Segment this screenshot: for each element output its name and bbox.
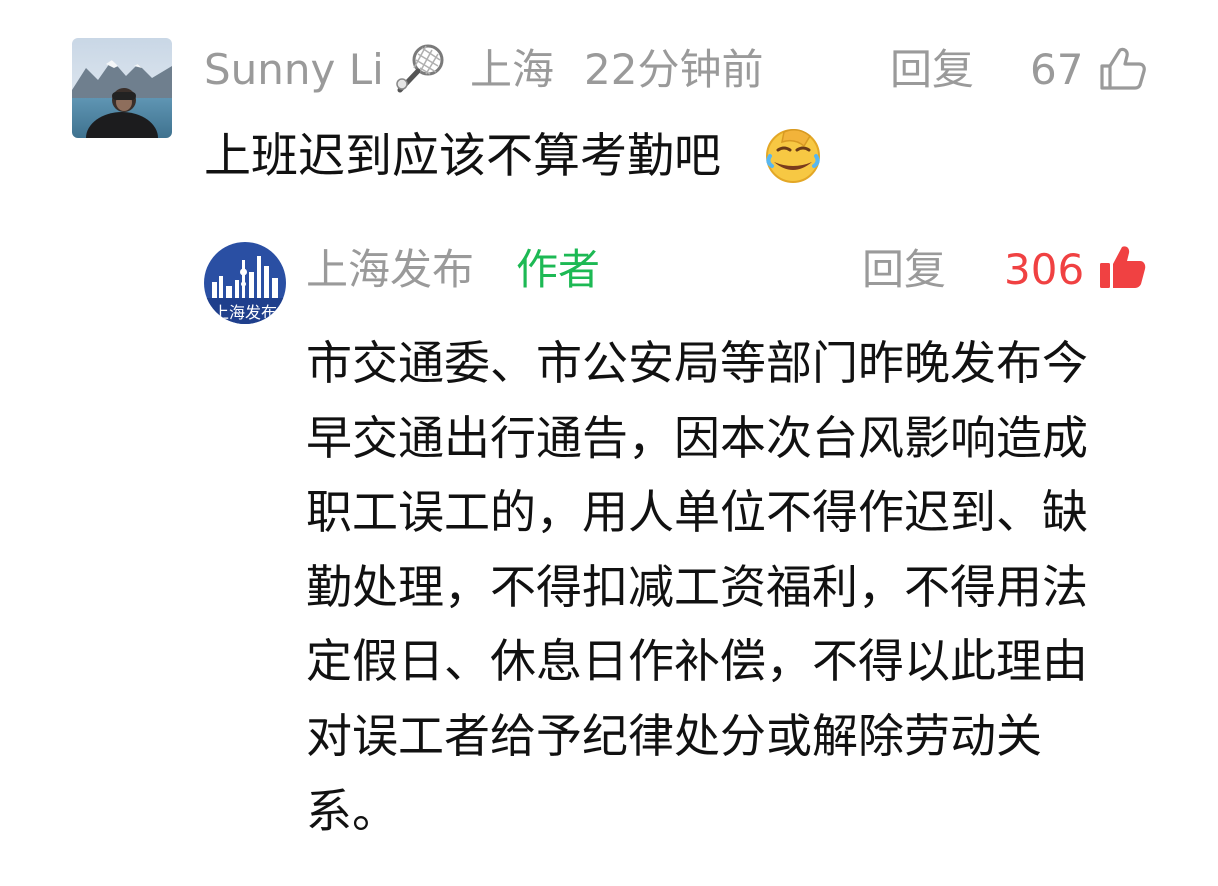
reply-text: 市交通委、市公安局等部门昨晚发布今早交通出行通告，因本次台风影响造成职工误工的，… xyxy=(306,336,1088,838)
reply-button[interactable]: 回复 xyxy=(890,40,974,100)
author-badge: 作者 xyxy=(516,245,601,294)
official-avatar[interactable]: 上海发布 xyxy=(204,242,286,324)
comment-user-name[interactable]: Sunny Li xyxy=(204,40,384,100)
avatar-text: 上海发布 xyxy=(213,303,277,322)
shanghai-skyline-logo: 上海发布 xyxy=(204,242,286,324)
comment-time: 22分钟前 xyxy=(584,45,764,94)
thumbs-up-outline-icon[interactable] xyxy=(1098,46,1146,92)
reply-button[interactable]: 回复 xyxy=(862,240,946,300)
avatar-photo xyxy=(72,38,172,138)
badminton-racket-icon xyxy=(396,44,444,93)
like-count: 306 xyxy=(1004,245,1085,294)
user-avatar[interactable] xyxy=(72,38,172,138)
like-count: 67 xyxy=(1030,45,1084,94)
thumbs-up-filled-icon[interactable] xyxy=(1098,244,1146,290)
comment-location: 上海 xyxy=(470,45,555,94)
reply-user-name[interactable]: 上海发布 xyxy=(306,240,474,300)
comment-text: 上班迟到应该不算考勤吧 xyxy=(204,129,721,184)
face-palm-laughing-icon xyxy=(766,129,820,183)
